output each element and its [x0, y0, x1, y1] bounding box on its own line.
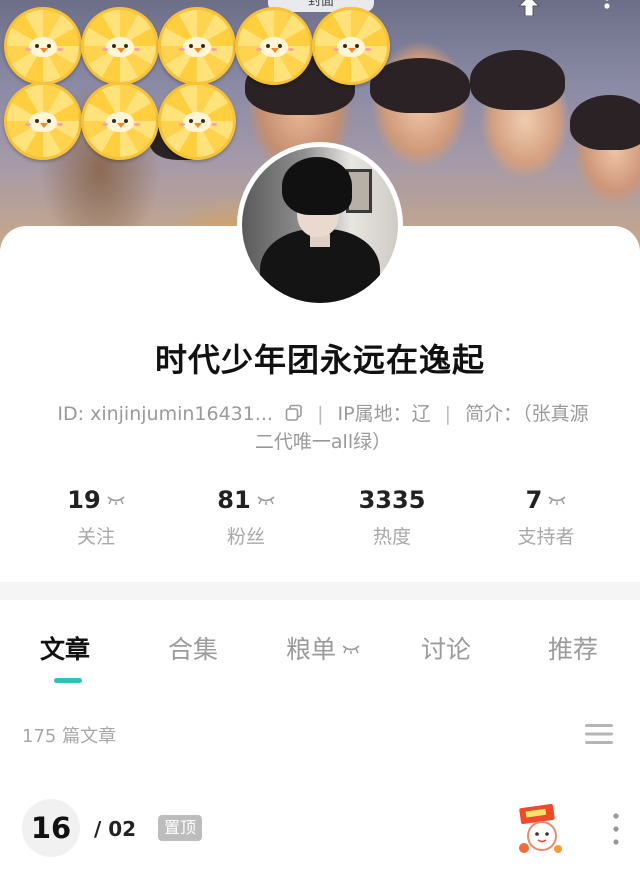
profile-meta: ID: xinjinjumin16431... | IP属地：辽 | 简介：（张…	[38, 400, 608, 456]
stat-value: 3335	[358, 486, 426, 514]
candy-badge	[81, 82, 159, 160]
candy-badge	[4, 7, 82, 85]
bio-continued[interactable]: 二代唯一all绿）	[255, 431, 391, 453]
candy-badge	[158, 82, 236, 160]
eye-closed-icon	[257, 496, 275, 505]
article-month: / 02	[94, 817, 137, 841]
article-item[interactable]: 16 / 02 置顶	[0, 790, 640, 874]
profile-name: 时代少年团永远在逸起	[154, 341, 485, 379]
section-divider	[0, 582, 640, 600]
tab-articles[interactable]: 文章	[40, 630, 90, 666]
active-tab-indicator	[54, 678, 82, 683]
copy-icon[interactable]	[285, 404, 303, 422]
tab-recommend[interactable]: 推荐	[548, 630, 598, 666]
bio[interactable]: 简介：（张真源	[465, 403, 589, 425]
photo-figure	[570, 95, 640, 150]
stat-label: 热度	[372, 526, 411, 548]
stat-label: 支持者	[517, 526, 575, 548]
stat-popularity[interactable]: 3335 热度	[322, 486, 462, 549]
user-id: ID: xinjinjumin16431...	[57, 403, 273, 425]
stat-value: 7	[525, 486, 543, 514]
tab-collections[interactable]: 合集	[168, 630, 218, 666]
stat-supporters[interactable]: 7 支持者	[476, 486, 616, 549]
tab-label: 粮单	[286, 635, 337, 664]
stat-followers[interactable]: 81 粉丝	[176, 486, 316, 549]
meta-separator: |	[444, 403, 452, 425]
article-count: 175 篇文章	[22, 726, 117, 747]
article-count-row: 175 篇文章	[0, 706, 640, 762]
tab-list[interactable]: 粮单	[286, 630, 360, 666]
more-vertical-icon[interactable]	[600, 0, 614, 18]
article-day: 16	[22, 799, 80, 857]
tab-discussion[interactable]: 讨论	[421, 630, 471, 666]
eye-closed-icon	[548, 496, 566, 505]
more-vertical-icon[interactable]	[610, 812, 622, 846]
ip-location: IP属地：辽	[337, 403, 431, 425]
photo-figure	[370, 58, 470, 113]
candy-badge	[4, 82, 82, 160]
list-menu-icon[interactable]	[585, 722, 613, 746]
share-icon[interactable]	[514, 0, 544, 16]
stats-row: 19 关注 81 粉丝 3335 热度 7 支持者	[0, 486, 640, 556]
pinned-badge: 置顶	[158, 815, 203, 841]
stat-label: 粉丝	[226, 526, 265, 548]
candy-badge	[235, 7, 313, 85]
stat-value: 19	[67, 486, 101, 514]
stat-value: 81	[217, 486, 251, 514]
candy-badge	[158, 7, 236, 85]
eye-closed-icon	[107, 496, 125, 505]
photo-figure	[470, 50, 565, 110]
mascot-sticker-icon	[519, 803, 562, 853]
content-tabs: 文章 合集 粮单 讨论 推荐	[0, 600, 640, 696]
stat-following[interactable]: 19 关注	[26, 486, 166, 549]
candy-badge	[312, 7, 390, 85]
stat-label: 关注	[76, 526, 115, 548]
meta-separator: |	[317, 403, 324, 425]
candy-badge	[81, 7, 159, 85]
avatar[interactable]	[237, 142, 403, 308]
eye-closed-icon	[342, 645, 360, 654]
